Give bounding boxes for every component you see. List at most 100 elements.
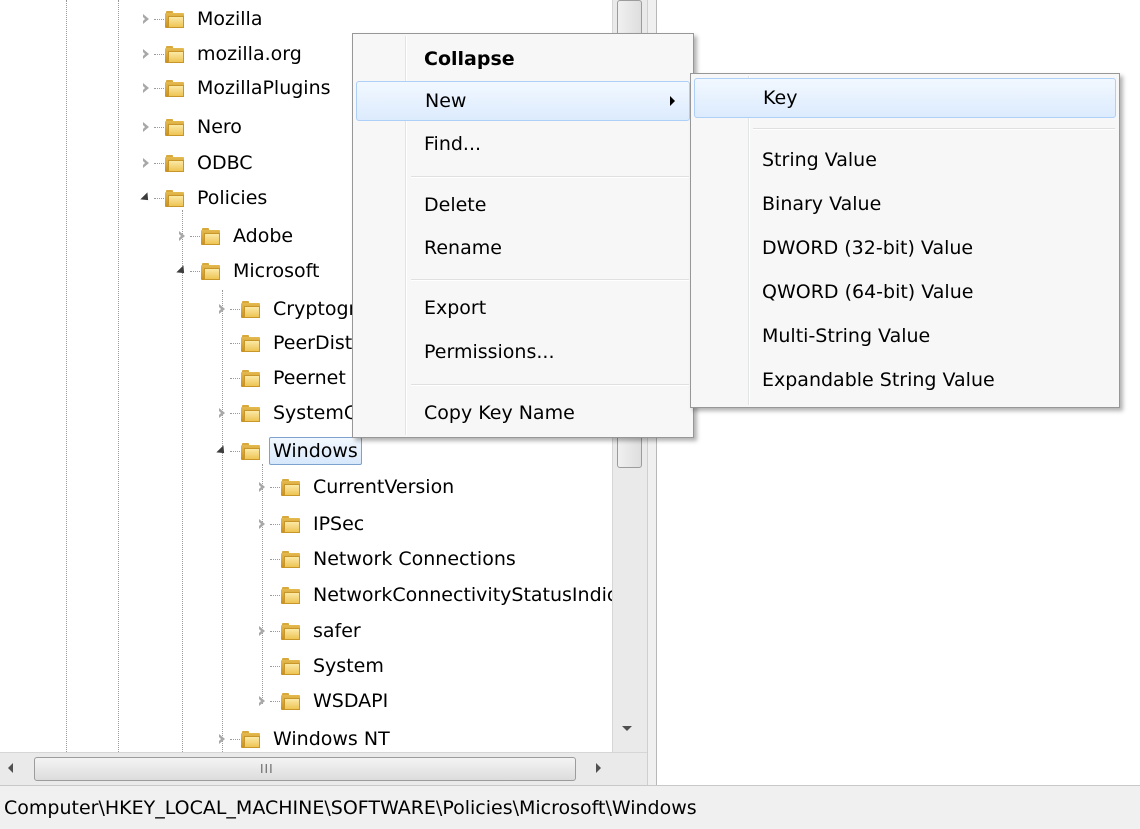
tree-item-label: Microsoft bbox=[233, 260, 320, 282]
menu-item-label: Collapse bbox=[424, 48, 515, 70]
status-bar: Computer\HKEY_LOCAL_MACHINE\SOFTWARE\Pol… bbox=[0, 785, 1140, 829]
menu-item-label: DWORD (32-bit) Value bbox=[762, 237, 974, 259]
menu-item-label: New bbox=[425, 90, 467, 112]
folder-icon bbox=[281, 478, 300, 496]
menu-item-label: Permissions... bbox=[424, 341, 555, 363]
expand-arrow-icon[interactable] bbox=[140, 121, 152, 133]
horizontal-scroll-thumb[interactable]: III bbox=[34, 757, 576, 781]
scroll-right-arrow-icon[interactable] bbox=[596, 763, 601, 773]
expand-arrow-icon[interactable] bbox=[140, 13, 152, 25]
menu-item-export[interactable]: Export bbox=[356, 288, 690, 328]
folder-icon bbox=[165, 118, 184, 136]
menu-item-label: String Value bbox=[762, 149, 877, 171]
tree-item-label: Policies bbox=[197, 187, 268, 209]
tree-item-mozillaplugins[interactable]: MozillaPlugins bbox=[140, 71, 335, 105]
tree-item-label: NetworkConnectivityStatusIndicator bbox=[313, 584, 647, 606]
submenu-item-expandable-string-value[interactable]: Expandable String Value bbox=[694, 360, 1116, 400]
menu-item-label: Find... bbox=[424, 133, 482, 155]
expand-arrow-icon[interactable] bbox=[140, 48, 152, 60]
submenu-item-multi-string-value[interactable]: Multi-String Value bbox=[694, 316, 1116, 356]
submenu-arrow-icon bbox=[670, 96, 675, 106]
folder-icon bbox=[165, 10, 184, 28]
menu-item-permissions[interactable]: Permissions... bbox=[356, 332, 690, 372]
menu-item-label: Rename bbox=[424, 237, 502, 259]
expand-arrow-icon[interactable] bbox=[216, 733, 228, 745]
tree-item-label: CurrentVersion bbox=[313, 476, 455, 498]
scroll-thumb-grip: III bbox=[260, 762, 274, 776]
submenu-item-dword-value[interactable]: DWORD (32-bit) Value bbox=[694, 228, 1116, 268]
tree-item-mozilla[interactable]: Mozilla bbox=[140, 2, 266, 36]
tree-item-label: Network Connections bbox=[313, 548, 516, 570]
expand-arrow-icon[interactable] bbox=[140, 157, 152, 169]
tree-item-windows-nt[interactable]: Windows NT bbox=[216, 722, 394, 752]
tree-item-nero[interactable]: Nero bbox=[140, 110, 246, 144]
menu-item-copy-key-name[interactable]: Copy Key Name bbox=[356, 393, 690, 433]
tree-item-odbc[interactable]: ODBC bbox=[140, 146, 257, 180]
expand-arrow-icon[interactable] bbox=[256, 695, 268, 707]
expand-arrow-icon[interactable] bbox=[216, 303, 228, 315]
tree-item-system[interactable]: System bbox=[256, 649, 388, 683]
expand-arrow-icon[interactable] bbox=[256, 481, 268, 493]
folder-icon bbox=[241, 300, 260, 318]
tree-guide-line bbox=[118, 0, 119, 752]
menu-item-label: Multi-String Value bbox=[762, 325, 931, 347]
menu-item-find[interactable]: Find... bbox=[356, 124, 690, 164]
tree-item-label: ODBC bbox=[197, 152, 253, 174]
expand-arrow-icon[interactable] bbox=[216, 407, 228, 419]
scroll-left-arrow-icon[interactable] bbox=[8, 763, 13, 773]
tree-item-windows[interactable]: Windows bbox=[216, 434, 362, 468]
tree-item-adobe[interactable]: Adobe bbox=[176, 219, 297, 253]
tree-item-label: mozilla.org bbox=[197, 43, 302, 65]
menu-item-label: Copy Key Name bbox=[424, 402, 575, 424]
expand-arrow-icon[interactable] bbox=[140, 82, 152, 94]
folder-icon bbox=[241, 334, 260, 352]
tree-item-label: WSDAPI bbox=[313, 690, 389, 712]
tree-guide-line bbox=[66, 0, 67, 752]
submenu-item-qword-value[interactable]: QWORD (64-bit) Value bbox=[694, 272, 1116, 312]
scroll-down-arrow-icon[interactable] bbox=[622, 726, 632, 731]
submenu-item-string-value[interactable]: String Value bbox=[694, 140, 1116, 180]
tree-item-label: MozillaPlugins bbox=[197, 77, 331, 99]
menu-item-label: Delete bbox=[424, 194, 487, 216]
menu-item-rename[interactable]: Rename bbox=[356, 228, 690, 268]
tree-item-mozilla-org[interactable]: mozilla.org bbox=[140, 37, 306, 71]
menu-item-label: QWORD (64-bit) Value bbox=[762, 281, 974, 303]
menu-item-label: Expandable String Value bbox=[762, 369, 995, 391]
menu-item-delete[interactable]: Delete bbox=[356, 185, 690, 225]
tree-item-currentversion[interactable]: CurrentVersion bbox=[256, 470, 458, 504]
folder-icon bbox=[281, 692, 300, 710]
tree-item-label: Windows NT bbox=[273, 728, 390, 750]
tree-item-label: IPSec bbox=[313, 513, 365, 535]
folder-icon bbox=[201, 227, 220, 245]
collapse-arrow-icon[interactable] bbox=[140, 192, 152, 204]
tree-item-safer[interactable]: safer bbox=[256, 614, 365, 648]
menu-item-new[interactable]: New bbox=[356, 81, 690, 121]
expand-arrow-icon[interactable] bbox=[176, 230, 188, 242]
menu-separator bbox=[753, 128, 1115, 130]
collapse-arrow-icon[interactable] bbox=[216, 445, 228, 457]
menu-item-label: Key bbox=[763, 87, 798, 109]
tree-item-label-selected: Windows bbox=[269, 437, 362, 465]
tree-item-network-connections[interactable]: Network Connections bbox=[256, 542, 520, 576]
tree-item-wsdapi[interactable]: WSDAPI bbox=[256, 684, 392, 718]
folder-icon bbox=[165, 45, 184, 63]
tree-item-label: PeerDist bbox=[273, 332, 353, 354]
tree-item-peerdist[interactable]: PeerDist bbox=[216, 326, 356, 360]
submenu-item-key[interactable]: Key bbox=[694, 78, 1116, 118]
folder-icon bbox=[241, 369, 260, 387]
submenu-item-binary-value[interactable]: Binary Value bbox=[694, 184, 1116, 224]
expand-arrow-icon[interactable] bbox=[256, 518, 268, 530]
tree-item-networkconnectivitystatusindicator[interactable]: NetworkConnectivityStatusIndicator bbox=[256, 578, 647, 612]
menu-separator bbox=[411, 384, 689, 386]
collapse-arrow-icon[interactable] bbox=[176, 265, 188, 277]
tree-item-policies[interactable]: Policies bbox=[140, 181, 271, 215]
tree-item-microsoft[interactable]: Microsoft bbox=[176, 254, 323, 288]
menu-item-collapse[interactable]: Collapse bbox=[356, 39, 690, 79]
tree-item-ipsec[interactable]: IPSec bbox=[256, 507, 368, 541]
horizontal-scrollbar[interactable]: III bbox=[0, 752, 647, 786]
expand-arrow-icon[interactable] bbox=[256, 625, 268, 637]
folder-icon bbox=[281, 586, 300, 604]
tree-item-peernet[interactable]: Peernet bbox=[216, 361, 350, 395]
tree-item-label: Adobe bbox=[233, 225, 294, 247]
menu-item-label: Binary Value bbox=[762, 193, 882, 215]
